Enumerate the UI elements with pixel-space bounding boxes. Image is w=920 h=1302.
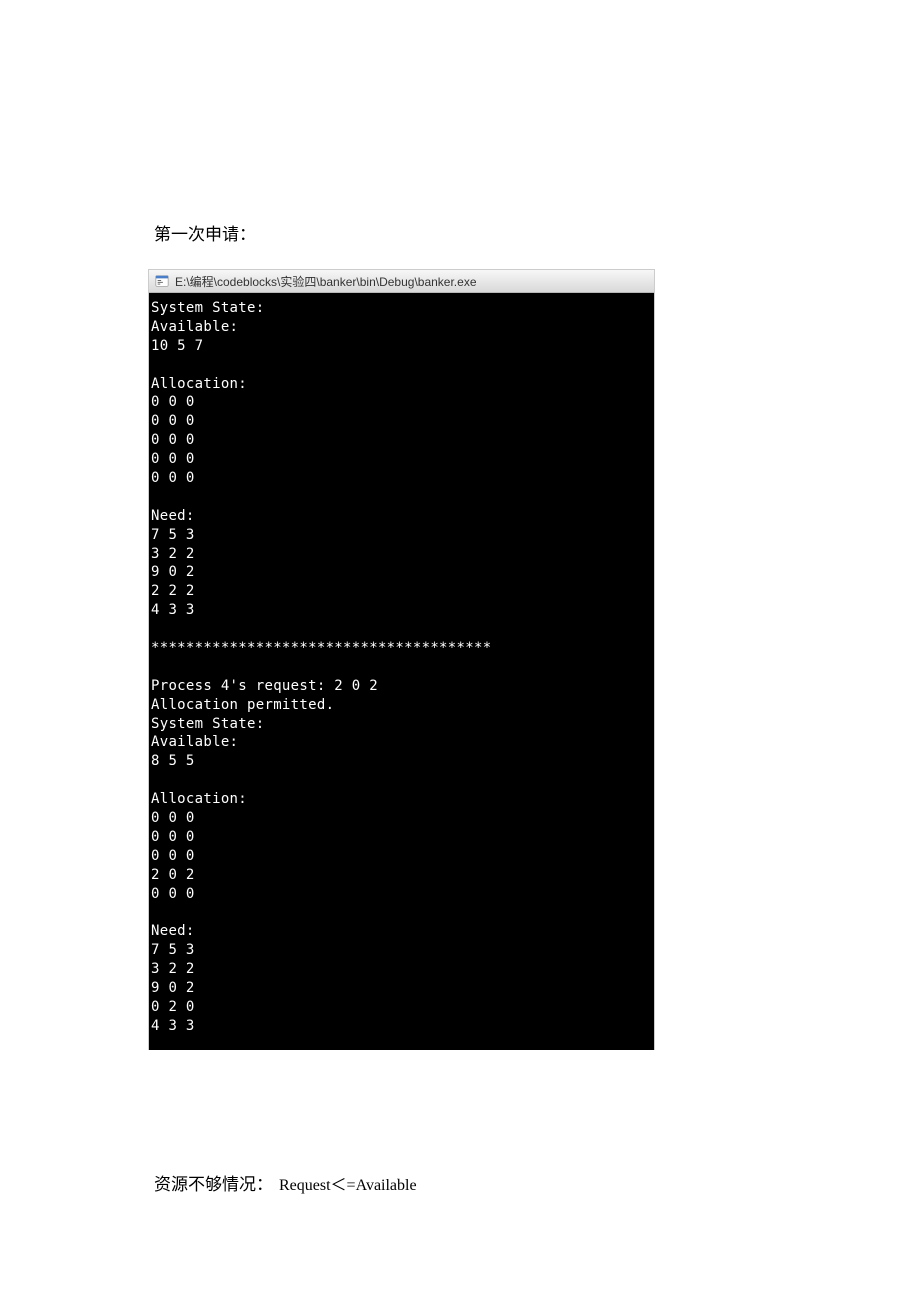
footnote-latin: Request＜=Available [279,1177,417,1194]
footnote: 资源不够情况： Request＜=Available [154,1170,770,1195]
window-titlebar: E:\编程\codeblocks\实验四\banker\bin\Debug\ba… [149,270,654,293]
document-page: 第一次申请： E:\编程\codeblocks\实验四\banker\bin\D… [0,0,920,1255]
console-window: E:\编程\codeblocks\实验四\banker\bin\Debug\ba… [148,269,655,1050]
section-heading: 第一次申请： [154,220,770,245]
app-icon [155,274,169,288]
footnote-cjk: 资源不够情况： [154,1175,273,1194]
console-output: System State: Available: 10 5 7 Allocati… [149,293,654,1050]
window-title: E:\编程\codeblocks\实验四\banker\bin\Debug\ba… [175,273,477,290]
